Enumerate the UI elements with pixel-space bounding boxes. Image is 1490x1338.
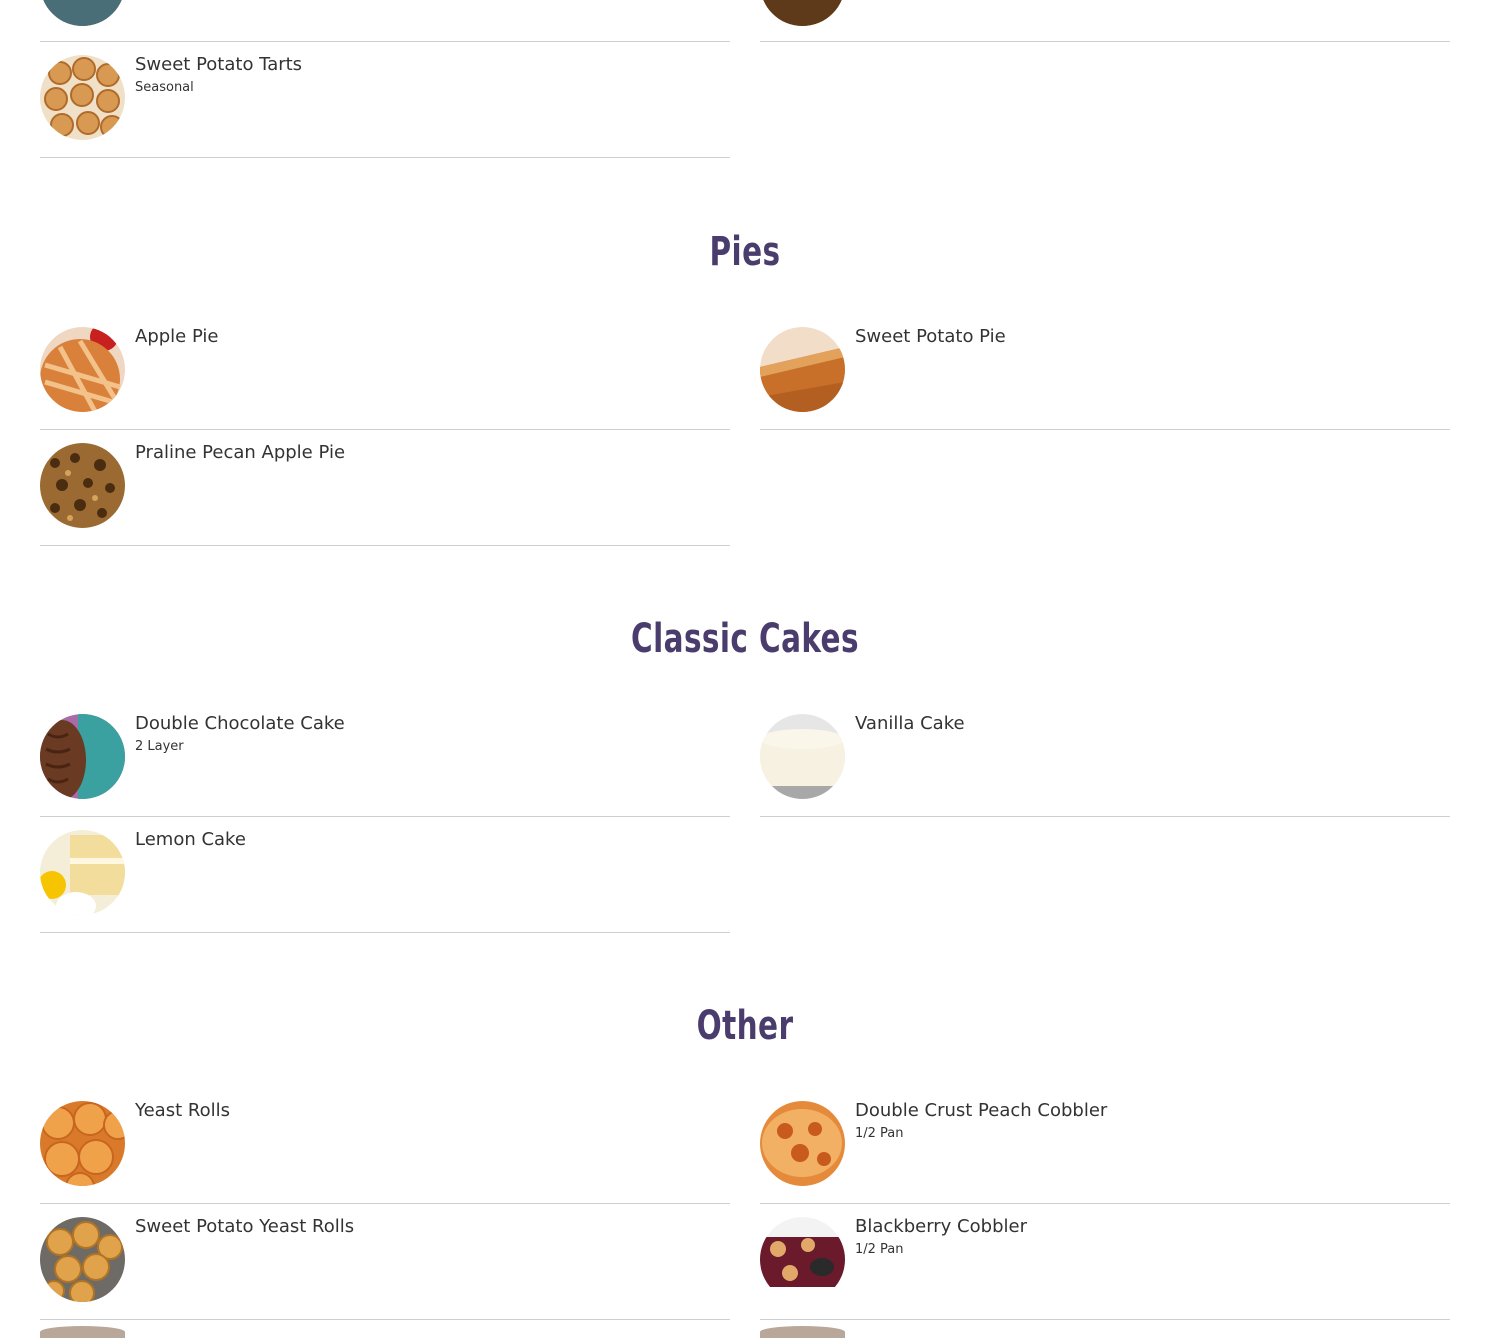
item-note: Seasonal (135, 80, 194, 95)
item-name: Blackberry Cobbler (855, 1216, 1027, 1237)
list-item-apple-pie[interactable]: Apple Pie (40, 314, 730, 430)
item-name: Yeast Rolls (135, 1100, 230, 1121)
sweet-potato-pie-photo-icon (760, 327, 845, 412)
list-item-double-crust-peach-cobbler[interactable]: Double Crust Peach Cobbler 1/2 Pan (760, 1088, 1450, 1204)
empty-cell (760, 817, 1450, 932)
list-item-yeast-rolls[interactable]: Yeast Rolls (40, 1088, 730, 1204)
next-item-photo-icon (40, 1326, 125, 1338)
item-name: Sweet Potato Tarts (135, 54, 303, 75)
sweet-potato-tarts-photo-icon (40, 55, 125, 140)
item-name: Apple Pie (135, 326, 219, 347)
item-name: Sweet Potato Yeast Rolls (135, 1216, 355, 1237)
next-row-fragment (40, 1326, 1450, 1338)
list-item-sweet-potato-tarts[interactable]: Sweet Potato Tarts Seasonal (40, 42, 730, 158)
item-name: Praline Pecan Apple Pie (135, 442, 346, 463)
peach-cobbler-photo-icon (760, 1101, 845, 1186)
item-name: Lemon Cake (135, 829, 246, 850)
item-name: Vanilla Cake (855, 713, 965, 734)
item-name: Double Crust Peach Cobbler (855, 1100, 1108, 1121)
section-heading: Pies (709, 229, 781, 275)
list-item-sweet-potato-pie[interactable]: Sweet Potato Pie (760, 314, 1450, 430)
fragment-item[interactable] (40, 0, 730, 42)
item-note: 2 Layer (135, 739, 184, 754)
list-item-praline-pecan-apple-pie[interactable]: Praline Pecan Apple Pie (40, 430, 730, 546)
item-name: Double Chocolate Cake (135, 713, 345, 734)
list-item-sweet-potato-yeast-rolls[interactable]: Sweet Potato Yeast Rolls (40, 1204, 730, 1320)
apple-pie-photo-icon (40, 327, 125, 412)
lemon-cake-photo-icon (40, 830, 125, 915)
yeast-rolls-photo-icon (40, 1101, 125, 1186)
vanilla-cake-photo-icon (760, 714, 845, 799)
list-item-lemon-cake[interactable]: Lemon Cake (40, 817, 730, 933)
praline-pecan-apple-pie-photo-icon (40, 443, 125, 528)
empty-cell (760, 42, 1450, 157)
item-name: Sweet Potato Pie (855, 326, 1006, 347)
list-item-vanilla-cake[interactable]: Vanilla Cake (760, 701, 1450, 817)
next-item-photo-icon (760, 1326, 845, 1338)
pecan-bar-photo-icon (760, 0, 845, 26)
section-heading: Other (696, 1003, 794, 1049)
chocolate-bar-photo-icon (40, 0, 125, 26)
item-note: 1/2 Pan (855, 1126, 904, 1141)
section-heading: Classic Cakes (631, 616, 859, 662)
item-note: 1/2 Pan (855, 1242, 904, 1257)
fragment-item[interactable] (760, 0, 1450, 42)
double-chocolate-cake-photo-icon (40, 714, 125, 799)
previous-section-fragment (40, 0, 1450, 42)
sweet-potato-yeast-rolls-photo-icon (40, 1217, 125, 1302)
list-item-blackberry-cobbler[interactable]: Blackberry Cobbler 1/2 Pan (760, 1204, 1450, 1320)
empty-cell (760, 430, 1450, 545)
blackberry-cobbler-photo-icon (760, 1217, 845, 1302)
list-item-double-chocolate-cake[interactable]: Double Chocolate Cake 2 Layer (40, 701, 730, 817)
